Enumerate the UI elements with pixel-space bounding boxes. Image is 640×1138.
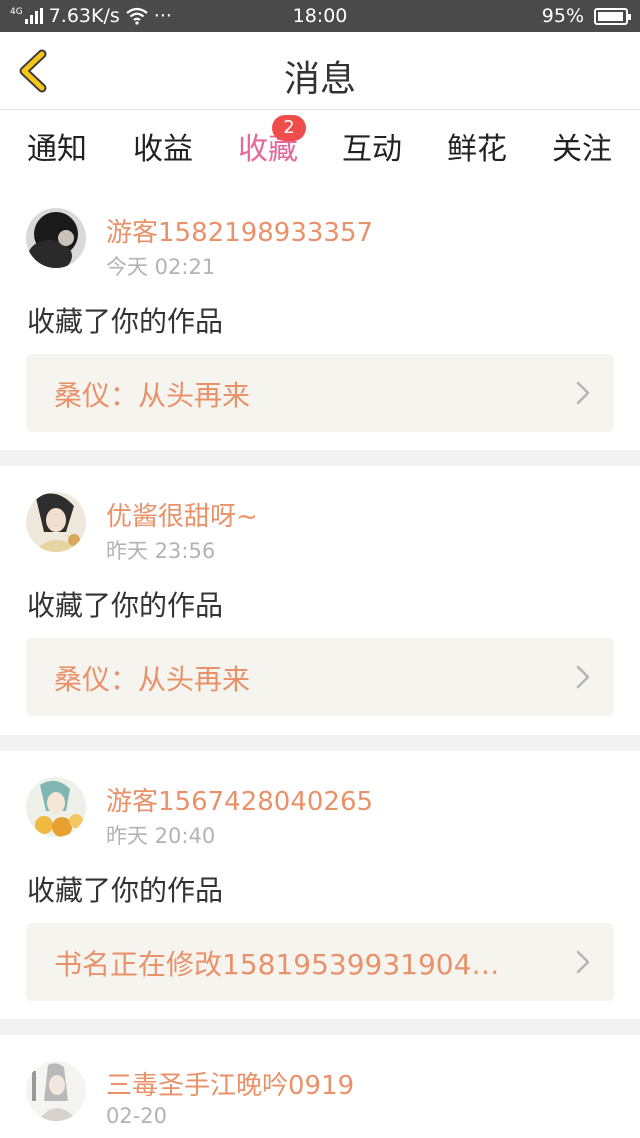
avatar[interactable] <box>26 208 86 268</box>
avatar-image <box>26 492 86 552</box>
message-time: 02-20 <box>106 1104 168 1128</box>
action-text: 收藏了你的作品 <box>27 874 224 907</box>
chevron-right-icon <box>576 381 590 405</box>
work-link[interactable]: 桑仪：从头再来 <box>26 354 614 432</box>
avatar[interactable] <box>26 1061 86 1121</box>
work-link[interactable]: 书名正在修改15819539931904… <box>26 923 614 1001</box>
message-card: 三毒圣手江晚吟0919 02-20 <box>0 1035 640 1138</box>
work-title: 书名正在修改15819539931904… <box>54 948 500 981</box>
message-card: 优酱很甜呀~ 昨天 23:56 收藏了你的作品 桑仪：从头再来 <box>0 466 640 735</box>
tab-bar: 通知 收益 收藏 2 互动 鲜花 关注 <box>0 110 640 185</box>
message-time: 昨天 23:56 <box>106 539 216 563</box>
avatar[interactable] <box>26 777 86 837</box>
chevron-right-icon <box>576 950 590 974</box>
tab-follow[interactable]: 关注 <box>529 124 635 168</box>
avatar-image <box>26 777 86 837</box>
work-title: 桑仪：从头再来 <box>54 379 251 412</box>
avatar-image <box>26 208 86 268</box>
tab-label: 收益 <box>133 132 193 167</box>
message-card: 游客1567428040265 昨天 20:40 收藏了你的作品 书名正在修改1… <box>0 751 640 1019</box>
status-bar: 4G 7.63K/s ··· 18:00 95% <box>0 0 640 32</box>
tab-favorites[interactable]: 收藏 2 <box>215 115 321 185</box>
tab-label: 鲜花 <box>447 132 507 167</box>
username[interactable]: 三毒圣手江晚吟0919 <box>106 1065 354 1102</box>
work-link[interactable]: 桑仪：从头再来 <box>26 638 614 716</box>
avatar[interactable] <box>26 492 86 552</box>
username[interactable]: 游客1582198933357 <box>106 212 373 249</box>
tab-label: 通知 <box>27 132 87 167</box>
status-right: 95% <box>541 5 631 27</box>
message-time: 昨天 20:40 <box>106 824 216 848</box>
action-text: 收藏了你的作品 <box>27 589 224 622</box>
username[interactable]: 优酱很甜呀~ <box>106 496 258 533</box>
tab-label: 关注 <box>552 132 612 167</box>
battery-percent: 95% <box>541 5 584 27</box>
chevron-right-icon <box>576 665 590 689</box>
tab-notice[interactable]: 通知 <box>4 124 110 168</box>
unread-badge: 2 <box>272 115 306 141</box>
tab-income[interactable]: 收益 <box>110 124 216 168</box>
message-card: 游客1582198933357 今天 02:21 收藏了你的作品 桑仪：从头再来 <box>0 182 640 450</box>
battery-icon <box>594 7 631 25</box>
tab-interaction[interactable]: 互动 <box>319 124 425 168</box>
avatar-image <box>26 1061 86 1121</box>
action-text: 收藏了你的作品 <box>27 305 224 338</box>
username[interactable]: 游客1567428040265 <box>106 781 373 818</box>
page-title: 消息 <box>283 59 356 100</box>
work-title: 桑仪：从头再来 <box>54 663 251 696</box>
header: 消息 <box>0 32 640 110</box>
tab-label: 互动 <box>342 132 402 167</box>
tab-flowers[interactable]: 鲜花 <box>424 124 530 168</box>
message-time: 今天 02:21 <box>106 255 216 279</box>
